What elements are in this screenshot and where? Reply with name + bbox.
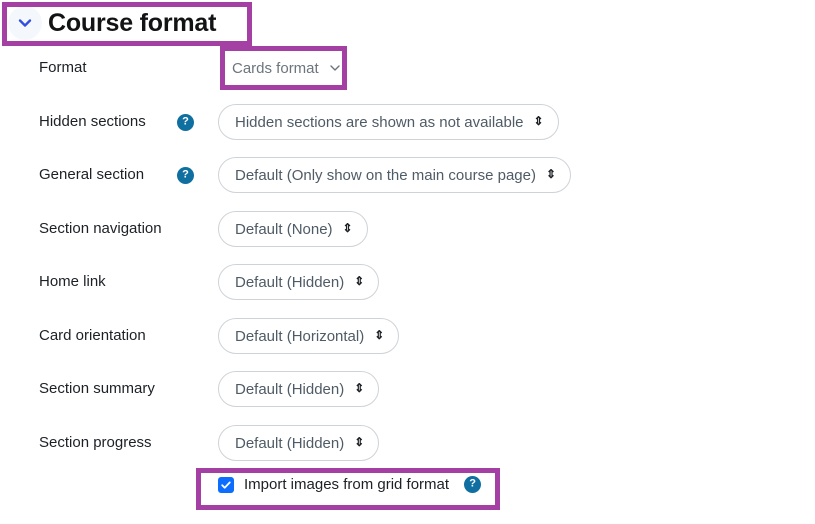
field-label-general-section: General section (39, 166, 145, 183)
hidden-sections-field: Hidden sections are shown as not availab… (218, 104, 559, 140)
hidden-sections-select[interactable]: Hidden sections are shown as not availab… (218, 104, 559, 140)
field-label-section-navigation: Section navigation (39, 220, 162, 237)
course-format-section-header[interactable]: Course format (6, 4, 230, 42)
form-row-card-orientation: Card orientation Default (Horizontal) ⇕ (0, 318, 815, 354)
updown-arrows-icon: ⇕ (354, 274, 365, 288)
form-row-hidden-sections: Hidden sections ? Hidden sections are sh… (0, 104, 815, 140)
form-row-general-section: General section ? Default (Only show on … (0, 157, 815, 193)
card-orientation-field: Default (Horizontal) ⇕ (218, 318, 400, 354)
section-progress-select-value: Default (Hidden) (235, 434, 345, 452)
form-row-import-images: Import images from grid format ? (218, 476, 482, 493)
section-navigation-field: Default (None) ⇕ (218, 211, 368, 247)
page-title: Course format (48, 8, 217, 37)
form-row-section-navigation: Section navigation Default (None) ⇕ (0, 211, 815, 247)
updown-arrows-icon: ⇕ (354, 435, 365, 449)
home-link-select[interactable]: Default (Hidden) ⇕ (218, 264, 380, 300)
updown-arrows-icon: ⇕ (354, 381, 365, 395)
section-progress-field: Default (Hidden) ⇕ (218, 425, 380, 461)
card-orientation-select[interactable]: Default (Horizontal) ⇕ (218, 318, 400, 354)
help-icon-import-images[interactable]: ? (464, 476, 482, 493)
field-label-card-orientation: Card orientation (39, 327, 146, 344)
help-icon-hidden-sections[interactable]: ? (177, 113, 194, 131)
field-label-format: Format (39, 59, 87, 76)
home-link-select-value: Default (Hidden) (235, 273, 345, 291)
section-summary-field: Default (Hidden) ⇕ (218, 371, 380, 407)
form-row-section-summary: Section summary Default (Hidden) ⇕ (0, 371, 815, 407)
general-section-select-value: Default (Only show on the main course pa… (235, 166, 536, 184)
chevron-down-icon[interactable] (8, 6, 42, 40)
format-select-value: Cards format (232, 59, 319, 77)
form-row-section-progress: Section progress Default (Hidden) ⇕ (0, 425, 815, 461)
field-label-section-summary: Section summary (39, 380, 155, 397)
form-row-home-link: Home link Default (Hidden) ⇕ (0, 264, 815, 300)
form-row-format: Format Cards format (0, 53, 815, 83)
updown-arrows-icon: ⇕ (533, 114, 544, 128)
format-select[interactable]: Cards format (232, 53, 342, 83)
checkmark-icon (221, 481, 231, 489)
general-section-field: Default (Only show on the main course pa… (218, 157, 572, 193)
import-images-checkbox[interactable] (218, 476, 234, 493)
section-summary-select[interactable]: Default (Hidden) ⇕ (218, 371, 380, 407)
updown-arrows-icon: ⇕ (374, 328, 385, 342)
hidden-sections-select-value: Hidden sections are shown as not availab… (235, 113, 524, 131)
section-navigation-select-value: Default (None) (235, 220, 333, 238)
field-label-home-link: Home link (39, 273, 106, 290)
section-navigation-select[interactable]: Default (None) ⇕ (218, 211, 368, 247)
section-progress-select[interactable]: Default (Hidden) ⇕ (218, 425, 380, 461)
home-link-field: Default (Hidden) ⇕ (218, 264, 380, 300)
updown-arrows-icon: ⇕ (342, 221, 353, 235)
section-summary-select-value: Default (Hidden) (235, 380, 345, 398)
general-section-select[interactable]: Default (Only show on the main course pa… (218, 157, 572, 193)
chevron-down-icon (330, 65, 340, 71)
field-label-section-progress: Section progress (39, 434, 152, 451)
format-field: Cards format (232, 53, 342, 83)
field-label-hidden-sections: Hidden sections (39, 113, 146, 130)
import-images-label[interactable]: Import images from grid format (244, 476, 449, 493)
help-icon-general-section[interactable]: ? (177, 166, 194, 184)
updown-arrows-icon: ⇕ (546, 167, 557, 181)
card-orientation-select-value: Default (Horizontal) (235, 327, 365, 345)
